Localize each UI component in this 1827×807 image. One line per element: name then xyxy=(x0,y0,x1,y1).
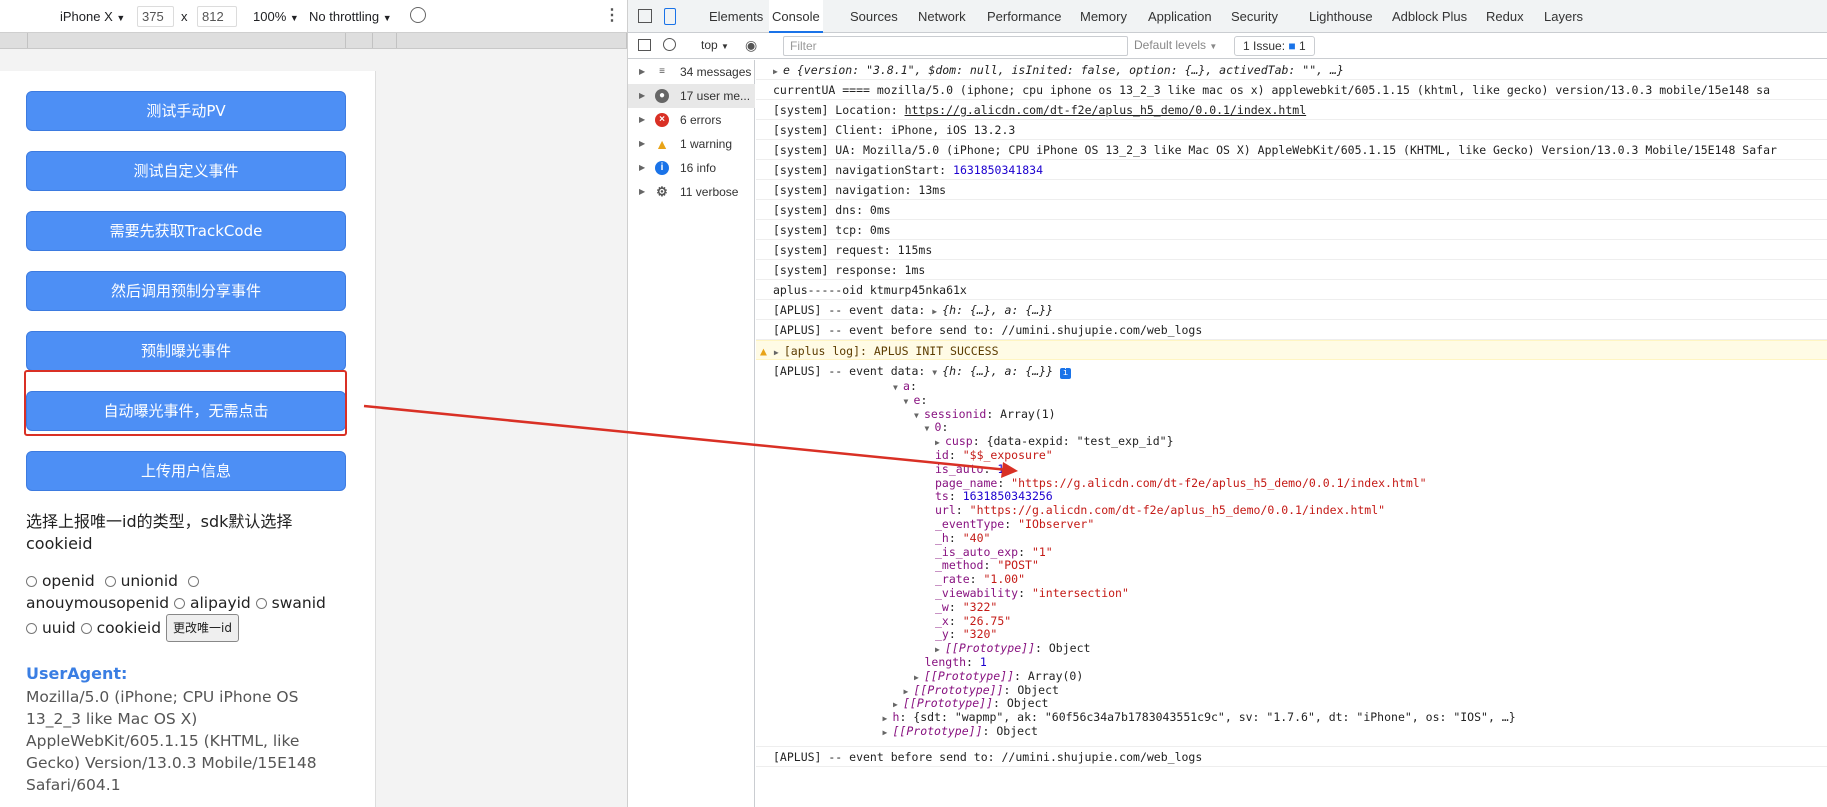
annotation-arrow xyxy=(363,404,1018,478)
